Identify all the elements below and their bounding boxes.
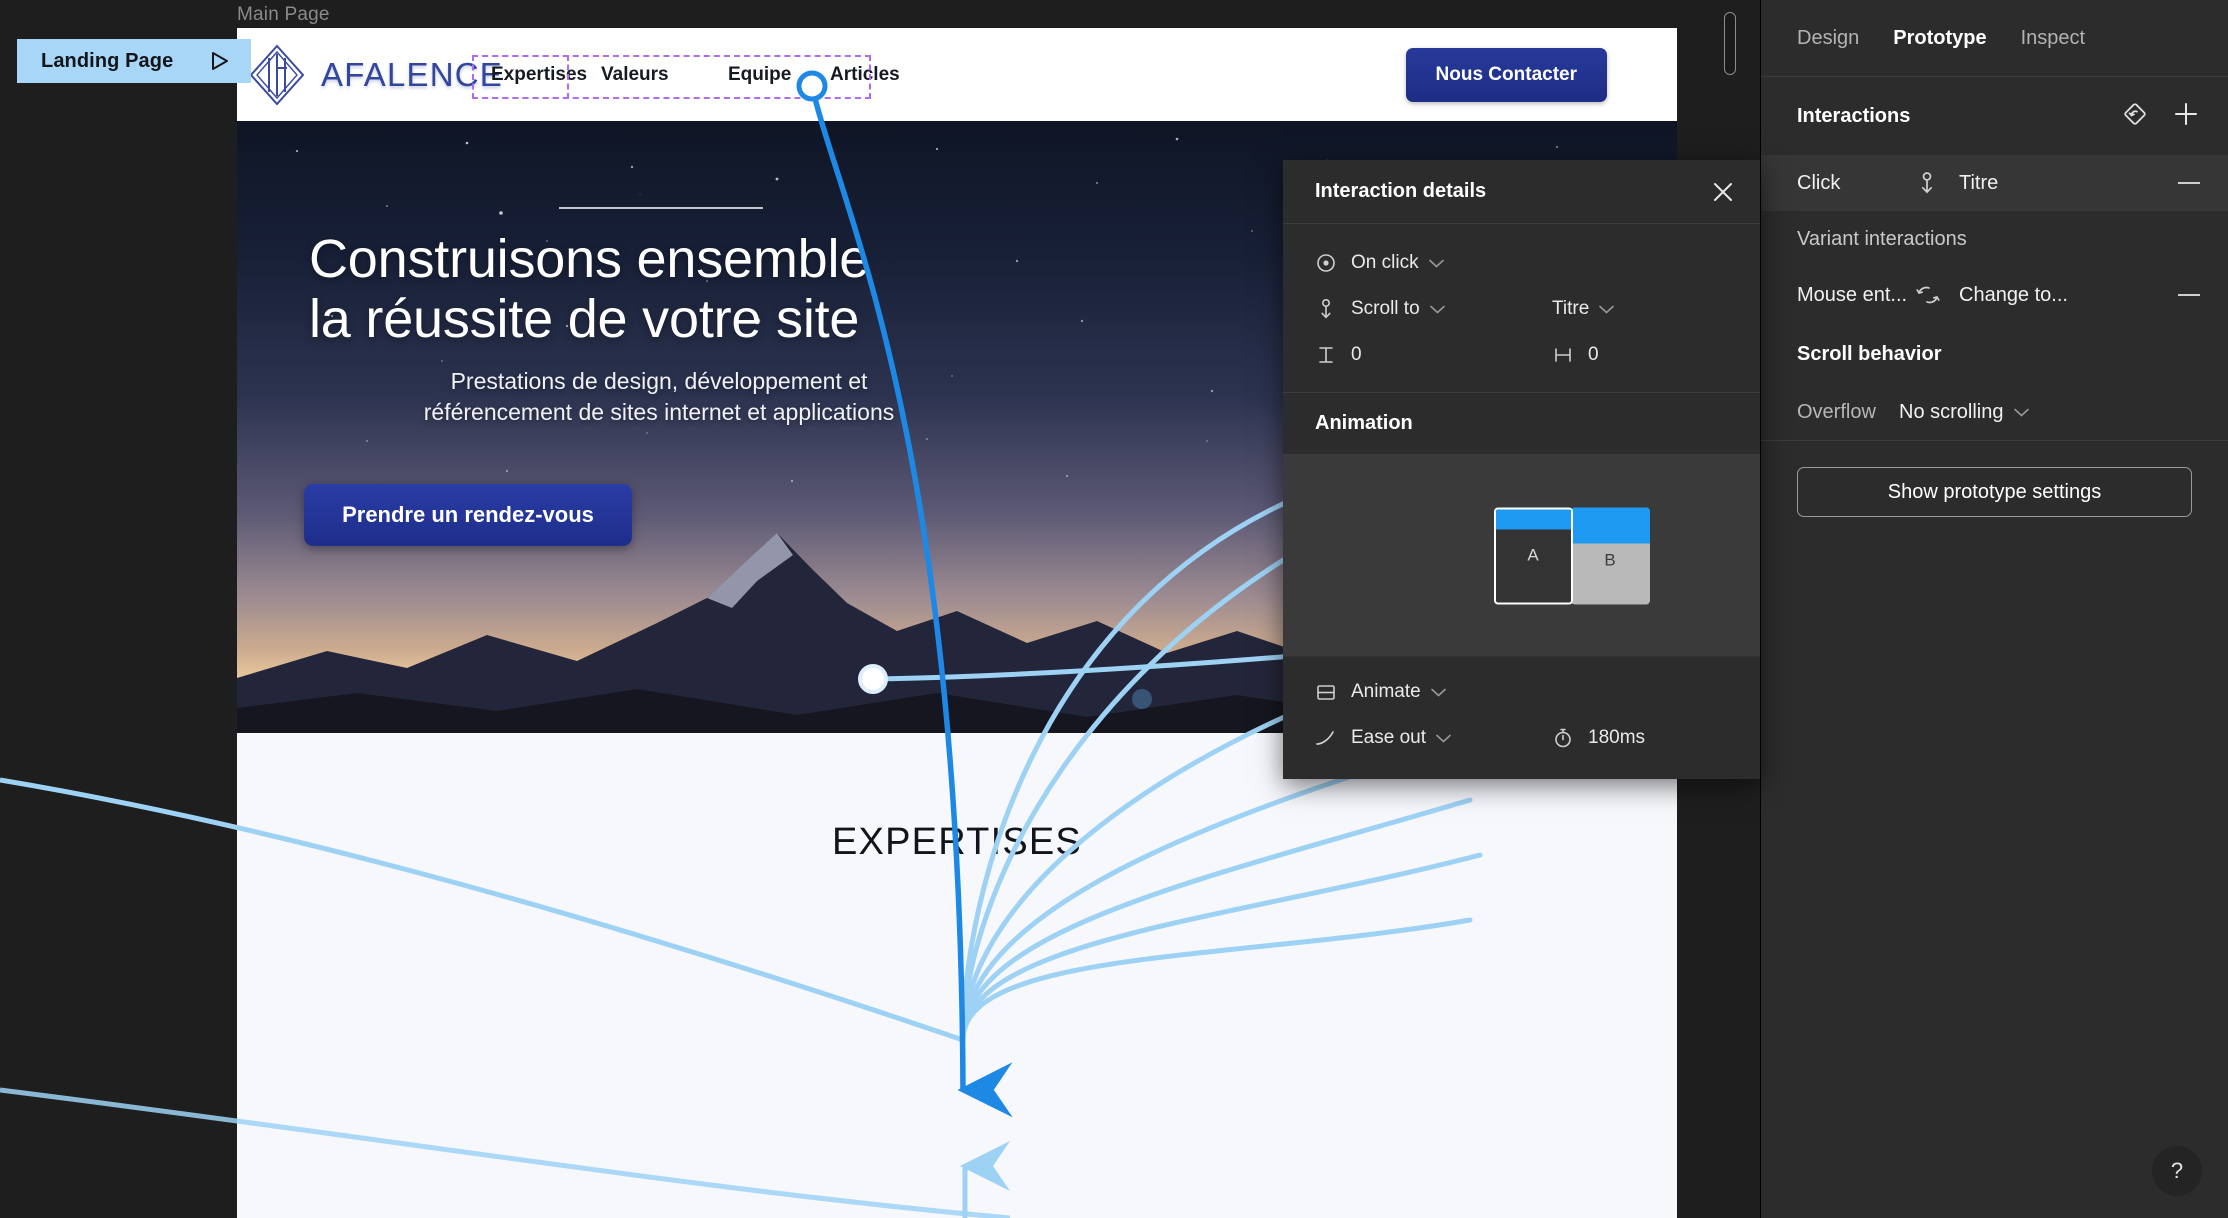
hero-subtitle-line-1: Prestations de design, développement et [450,368,868,394]
animation-frame-a[interactable]: A [1493,507,1573,604]
chevron-down-icon [1430,688,1446,697]
scroll-to-anchor-icon [1315,298,1337,320]
afalence-diamond-logo-icon [249,44,305,106]
variant-interactions-header: Variant interactions [1797,227,1967,250]
ease-curve-icon [1315,727,1337,749]
interaction-row-click[interactable]: Click Titre [1761,155,2228,211]
hero-cta-button[interactable]: Prendre un rendez-vous [304,484,632,546]
nav-item-articles[interactable]: Articles [830,64,900,86]
frame-a-label: A [1527,545,1539,565]
interaction-details-popover[interactable]: Interaction details On click Scroll to T… [1283,160,1760,779]
page-label: Main Page [237,4,330,25]
overflow-row[interactable]: Overflow No scrolling [1761,385,2228,441]
horizontal-offset-value[interactable]: 0 [1588,344,1599,366]
plus-icon[interactable] [2172,100,2200,133]
interactions-title: Interactions [1797,104,1911,127]
change-to-swap-icon [1915,284,1941,306]
interaction-details-title: Interaction details [1315,180,1487,202]
hero-subtitle-line-2: référencement de sites internet et appli… [423,399,895,426]
scroll-to-anchor-icon [1915,171,1939,195]
animation-type-label: Animate [1351,681,1421,702]
hero-title-line-2: la réussite de votre site [309,289,860,350]
scroll-behavior-header: Scroll behavior [1797,342,1942,365]
frame-b-accent-bar [1570,507,1650,543]
minus-icon[interactable] [2178,182,2200,184]
overflow-select[interactable]: No scrolling [1899,401,2030,424]
action-target-label: Titre [1552,298,1590,319]
hero-title: Construisons ensemble la réussite de vot… [309,229,1209,350]
easing-select[interactable]: Ease out [1351,727,1451,749]
canvas-scrollbar[interactable] [1724,12,1736,75]
hero-title-line-1: Construisons ensemble [309,229,870,289]
duration-field[interactable]: 180ms [1552,727,1728,749]
horizontal-offset-icon [1552,344,1574,366]
chevron-down-icon [1428,259,1444,268]
offsets-row[interactable]: 0 0 [1283,332,1760,378]
interaction-destination-label: Titre [1959,171,1999,194]
action-target-select[interactable]: Titre [1552,298,1728,320]
on-click-icon [1315,252,1337,274]
vertical-offset-icon [1315,344,1337,366]
minus-icon[interactable] [2178,294,2200,296]
variant-destination-label: Change to... [1959,283,2068,306]
tab-design[interactable]: Design [1797,27,1859,50]
expertises-title: EXPERTISES [832,821,1082,863]
prototype-settings-wrap: Show prototype settings [1761,441,2228,517]
stopwatch-icon [1552,727,1574,749]
play-triangle-icon[interactable] [211,51,229,71]
hero-subtitle: Prestations de design, développement et … [309,366,1009,428]
trigger-row[interactable]: On click [1283,240,1760,286]
animation-type-select[interactable]: Animate [1351,681,1446,703]
frame-b-label: B [1604,550,1616,570]
nav-item-equipe[interactable]: Equipe [728,64,791,86]
hero-divider-line [559,207,763,209]
tab-prototype[interactable]: Prototype [1893,27,1986,50]
animation-section-header: Animation [1283,393,1760,455]
animation-frame-b[interactable]: B [1570,507,1650,604]
animation-type-row[interactable]: Animate [1283,669,1760,715]
chevron-down-icon [1436,734,1451,743]
duration-value[interactable]: 180ms [1588,727,1645,749]
action-row[interactable]: Scroll to Titre [1283,286,1760,332]
action-label: Scroll to [1351,298,1420,319]
chevron-down-icon [1599,305,1615,314]
landing-page-tab-label: Landing Page [41,49,174,72]
variant-event-label: Mouse ent... [1797,283,1908,306]
landing-page-tab[interactable]: Landing Page [17,39,251,83]
tab-inspect[interactable]: Inspect [2021,27,2085,50]
nav-item-valeurs[interactable]: Valeurs [601,64,669,86]
animation-preview[interactable]: A B [1283,455,1760,657]
animation-settings: Animate Ease out 180ms [1283,657,1760,779]
nav-item-expertises[interactable]: Expertises [491,64,587,86]
show-prototype-settings-button[interactable]: Show prototype settings [1797,467,2192,517]
overflow-label: Overflow [1797,401,1876,423]
site-navbar: AFALENCE Expertises Valeurs Equipe Artic… [237,28,1677,121]
chevron-down-icon [2014,408,2030,417]
frame-a-accent-bar [1495,509,1571,529]
animate-frame-icon [1315,681,1337,703]
expertises-section: EXPERTISES [237,733,1677,1218]
easing-label: Ease out [1351,727,1426,748]
help-button[interactable]: ? [2152,1146,2202,1196]
easing-row[interactable]: Ease out 180ms [1283,715,1760,761]
action-select[interactable]: Scroll to [1351,298,1445,320]
site-logo[interactable]: AFALENCE [249,44,503,106]
interaction-details-header: Interaction details [1283,160,1760,224]
close-icon[interactable] [1710,179,1736,205]
trigger-label: On click [1351,252,1419,273]
interactions-section-header: Interactions [1761,77,2228,155]
right-sidebar: Design Prototype Inspect Interactions Cl… [1760,0,2228,1218]
interaction-details-body: On click Scroll to Titre 0 0 [1283,224,1760,393]
prototype-reset-icon[interactable] [2120,99,2150,134]
vertical-offset-value[interactable]: 0 [1351,344,1362,366]
interaction-row-mouse-enter[interactable]: Mouse ent... Change to... [1761,267,2228,323]
horizontal-offset-field[interactable]: 0 [1552,344,1728,366]
sidebar-tabs: Design Prototype Inspect [1761,0,2228,77]
interaction-event-label: Click [1797,171,1841,194]
trigger-select[interactable]: On click [1351,252,1444,274]
overflow-value: No scrolling [1899,401,2004,423]
nav-links-group[interactable]: Expertises Valeurs Equipe Articles [475,45,1035,105]
chevron-down-icon [1429,305,1445,314]
contact-button[interactable]: Nous Contacter [1405,47,1607,102]
